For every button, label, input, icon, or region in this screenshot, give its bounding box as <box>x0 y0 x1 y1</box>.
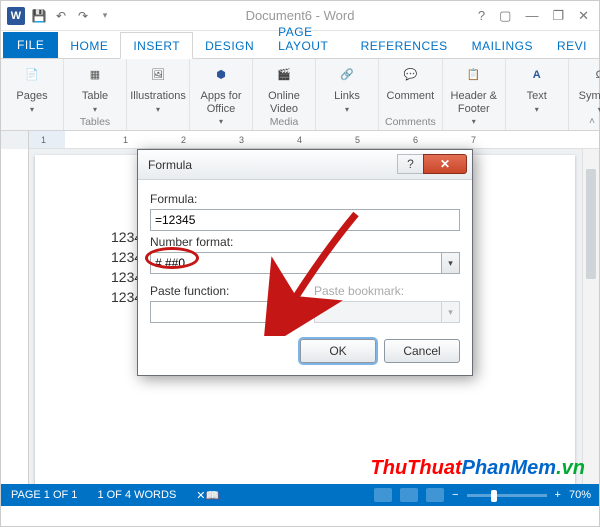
dialog-title: Formula <box>148 158 192 172</box>
scroll-thumb[interactable] <box>586 169 596 279</box>
ruler-tick: 6 <box>413 135 418 145</box>
links-label: Links <box>334 90 360 103</box>
number-format-input[interactable] <box>150 252 442 274</box>
pages-label: Pages <box>16 90 47 103</box>
word-icon: W <box>7 7 25 25</box>
zoom-out-icon[interactable]: − <box>452 489 458 501</box>
ribbon: 📄Pages ▦Table Tables 🖼Illustrations ⬢App… <box>1 59 599 131</box>
paste-function-input[interactable] <box>150 301 278 323</box>
text-button[interactable]: AText <box>512 62 562 114</box>
comment-button[interactable]: 💬Comment <box>385 62 435 103</box>
redo-icon[interactable]: ↷ <box>75 8 91 24</box>
zoom-in-icon[interactable]: + <box>555 489 561 501</box>
header-footer-button[interactable]: 📋Header & Footer <box>449 62 499 126</box>
symbols-label: Symbols <box>579 90 600 103</box>
status-proofing-icon[interactable]: ✕📖 <box>186 489 229 502</box>
tab-mailings[interactable]: MAILINGS <box>460 33 545 58</box>
text-label: Text <box>527 90 547 103</box>
status-bar: PAGE 1 OF 1 1 OF 4 WORDS ✕📖 − + 70% <box>1 484 599 506</box>
formula-label: Formula: <box>150 192 460 206</box>
help-icon[interactable]: ? <box>478 8 485 24</box>
tab-page-layout[interactable]: PAGE LAYOUT <box>266 19 348 58</box>
view-web-icon[interactable] <box>426 488 444 502</box>
ruler-corner <box>1 131 29 149</box>
ruler-tick: 2 <box>181 135 186 145</box>
ruler-tick: 1 <box>41 135 46 145</box>
cancel-button[interactable]: Cancel <box>384 339 460 363</box>
crop-padding <box>1 506 599 526</box>
ribbon-collapse-icon[interactable]: ˄ <box>589 116 595 127</box>
horizontal-ruler[interactable]: 1 1 2 3 4 5 6 7 <box>1 131 599 149</box>
ok-button[interactable]: OK <box>300 339 376 363</box>
zoom-level[interactable]: 70% <box>569 489 591 501</box>
vertical-scrollbar[interactable] <box>582 149 599 484</box>
vertical-ruler[interactable] <box>1 149 29 484</box>
formula-input[interactable] <box>150 209 460 231</box>
minimize-icon[interactable]: — <box>525 8 538 24</box>
status-page[interactable]: PAGE 1 OF 1 <box>1 489 87 501</box>
quick-access-toolbar: W 💾 ↶ ↷ ▾ <box>1 7 113 25</box>
ruler-tick: 4 <box>297 135 302 145</box>
comment-label: Comment <box>387 90 435 103</box>
qat-custom-icon[interactable]: ▾ <box>97 8 113 24</box>
ribbon-display-icon[interactable]: ▢ <box>499 8 511 24</box>
illustrations-label: Illustrations <box>130 90 186 103</box>
dialog-help-button[interactable]: ? <box>397 154 423 174</box>
group-comments: Comments <box>385 116 436 129</box>
zoom-slider[interactable] <box>467 494 547 497</box>
ruler-tick: 1 <box>123 135 128 145</box>
tab-review[interactable]: REVI <box>545 33 599 58</box>
dialog-title-bar[interactable]: Formula ? ✕ <box>138 150 472 180</box>
pages-button[interactable]: 📄Pages <box>7 62 57 114</box>
view-read-icon[interactable] <box>374 488 392 502</box>
dialog-close-button[interactable]: ✕ <box>423 154 467 174</box>
undo-icon[interactable]: ↶ <box>53 8 69 24</box>
ruler-tick: 3 <box>239 135 244 145</box>
tab-home[interactable]: HOME <box>58 33 120 58</box>
paste-bookmark-input <box>314 301 442 323</box>
apps-button[interactable]: ⬢Apps for Office <box>196 62 246 126</box>
apps-label: Apps for Office <box>201 90 242 115</box>
paste-function-dropdown[interactable]: ▾ <box>278 301 296 323</box>
hf-label: Header & Footer <box>451 90 497 115</box>
links-button[interactable]: 🔗Links <box>322 62 372 114</box>
save-icon[interactable]: 💾 <box>31 8 47 24</box>
tab-references[interactable]: REFERENCES <box>349 33 460 58</box>
symbols-button[interactable]: ΩSymbols <box>575 62 600 114</box>
close-icon[interactable]: ✕ <box>578 8 589 24</box>
watermark: ThuThuatPhanMem.vn <box>371 457 585 480</box>
number-format-dropdown[interactable]: ▾ <box>442 252 460 274</box>
online-video-button[interactable]: 🎬Online Video <box>259 62 309 115</box>
group-media: Media <box>270 116 299 129</box>
window-controls: ? ▢ — ❐ ✕ <box>478 8 599 24</box>
formula-dialog: Formula ? ✕ Formula: Number format: ▾ Pa… <box>137 149 473 376</box>
status-words[interactable]: 1 OF 4 WORDS <box>87 489 186 501</box>
group-tables: Tables <box>80 116 110 129</box>
table-button[interactable]: ▦Table <box>70 62 120 114</box>
pastebm-label: Paste bookmark: <box>314 284 460 298</box>
tab-file[interactable]: FILE <box>3 32 58 58</box>
numfmt-label: Number format: <box>150 235 460 249</box>
ribbon-tabs: FILE HOME INSERT DESIGN PAGE LAYOUT REFE… <box>1 31 599 59</box>
paste-bookmark-dropdown: ▾ <box>442 301 460 323</box>
ruler-tick: 7 <box>471 135 476 145</box>
illustrations-button[interactable]: 🖼Illustrations <box>133 62 183 114</box>
ruler-tick: 5 <box>355 135 360 145</box>
pastefn-label: Paste function: <box>150 284 296 298</box>
tab-insert[interactable]: INSERT <box>120 32 193 59</box>
restore-icon[interactable]: ❐ <box>552 8 564 24</box>
table-label: Table <box>82 90 108 103</box>
video-label: Online Video <box>268 90 300 115</box>
view-print-icon[interactable] <box>400 488 418 502</box>
tab-design[interactable]: DESIGN <box>193 33 266 58</box>
